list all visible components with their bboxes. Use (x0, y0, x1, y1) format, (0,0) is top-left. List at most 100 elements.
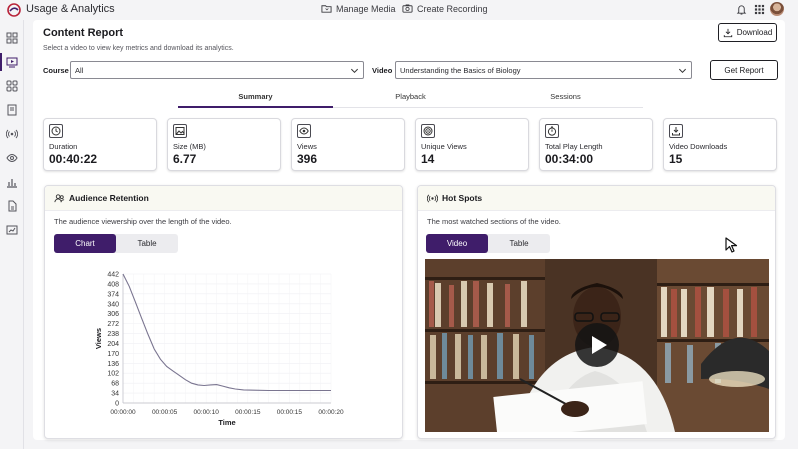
broadcast-icon (5, 129, 19, 139)
stat-card-total-play-length: Total Play Length 00:34:00 (539, 118, 653, 171)
stat-label: Size (MB) (173, 142, 206, 151)
folder-icon (321, 5, 332, 13)
retention-view-toggle: Chart Table (54, 234, 178, 253)
grid-icon (6, 80, 18, 92)
eye-icon (297, 124, 311, 138)
manage-media-label: Manage Media (336, 3, 396, 14)
course-label: Course (43, 66, 69, 75)
y-tick-label: 102 (107, 371, 119, 378)
tab-summary[interactable]: Summary (178, 86, 333, 108)
y-tick-label: 442 (107, 272, 119, 279)
stat-value: 00:40:22 (49, 152, 98, 166)
stat-value: 396 (297, 152, 318, 166)
get-report-button[interactable]: Get Report (710, 60, 778, 80)
y-tick-label: 0 (115, 401, 119, 408)
sidebar-item-reports[interactable] (6, 224, 18, 236)
content-report-panel: Content Report Select a video to view ke… (33, 20, 785, 440)
y-tick-label: 374 (107, 291, 119, 298)
card-header: Hot Spots (418, 186, 775, 211)
download-icon (669, 124, 683, 138)
y-tick-label: 34 (111, 391, 119, 398)
y-tick-label: 340 (107, 301, 119, 308)
play-button[interactable] (575, 323, 619, 367)
stat-label: Unique Views (421, 142, 467, 151)
sidebar-item-courses[interactable] (6, 80, 18, 92)
sidebar-item-library[interactable] (6, 104, 18, 116)
y-tick-label: 306 (107, 311, 119, 318)
stat-card-views: Views 396 (291, 118, 405, 171)
eye-icon (6, 153, 18, 163)
card-title: Hot Spots (442, 193, 483, 203)
chart-tab[interactable]: Chart (54, 234, 116, 253)
sidebar-item-media[interactable] (0, 53, 18, 71)
clock-icon (49, 124, 63, 138)
sidebar-item-views[interactable] (6, 152, 18, 164)
tab-summary-label: Summary (238, 91, 273, 101)
page-title: Content Report (43, 27, 124, 39)
stat-value: 00:34:00 (545, 152, 594, 166)
sidebar-item-dashboard[interactable] (6, 32, 18, 44)
card-description: The audience viewership over the length … (54, 217, 232, 226)
video-tab-label: Video (446, 239, 468, 248)
create-recording-label: Create Recording (417, 3, 488, 14)
bell-icon[interactable] (736, 4, 747, 15)
download-button[interactable]: Download (718, 23, 777, 42)
retention-chart: 4424083743403062722382041701361026834000… (94, 272, 344, 427)
stat-value: 6.77 (173, 152, 197, 166)
stat-label: Duration (49, 142, 78, 151)
chevron-down-icon (350, 68, 359, 74)
y-tick-label: 272 (107, 321, 119, 328)
table-tab[interactable]: Table (116, 234, 178, 253)
stat-card-video-downloads: Video Downloads 15 (663, 118, 777, 171)
audience-retention-card: Audience Retention The audience viewersh… (44, 185, 403, 439)
manage-media-button[interactable]: Manage Media (321, 3, 396, 14)
course-select[interactable]: All (70, 61, 364, 79)
x-tick-label: 00:00:15 (235, 409, 261, 416)
report-tabs: Summary Playback Sessions (178, 86, 643, 108)
tab-sessions-label: Sessions (550, 92, 581, 101)
stat-card-unique-views: Unique Views 14 (415, 118, 529, 171)
course-select-value: All (75, 65, 84, 75)
create-recording-button[interactable]: Create Recording (402, 3, 488, 14)
tab-playback[interactable]: Playback (333, 86, 488, 108)
download-label: Download (736, 28, 773, 37)
report-icon (6, 225, 18, 235)
hot-spots-card: Hot Spots The most watched sections of t… (417, 185, 776, 439)
top-bar: Usage & Analytics Manage Media Create Re… (0, 0, 798, 20)
x-tick-label: 00:00:10 (194, 409, 220, 416)
y-axis-label: Views (94, 328, 103, 349)
sidebar-item-live[interactable] (5, 128, 19, 140)
sidebar-item-analytics[interactable] (6, 176, 18, 188)
y-tick-label: 136 (107, 361, 119, 368)
video-tab[interactable]: Video (426, 234, 488, 253)
stat-value: 15 (669, 152, 683, 166)
y-tick-label: 238 (107, 331, 119, 338)
card-title: Audience Retention (69, 193, 149, 203)
video-player[interactable] (425, 259, 769, 432)
image-icon (173, 124, 187, 138)
sidebar (0, 20, 24, 449)
x-tick-label: 00:00:00 (110, 409, 136, 416)
video-select[interactable]: Understanding the Basics of Biology (395, 61, 692, 79)
tab-sessions[interactable]: Sessions (488, 86, 643, 108)
user-avatar[interactable] (770, 2, 784, 16)
dashboard-icon (6, 32, 18, 44)
chart-tab-label: Chart (75, 239, 95, 248)
broadcast-icon (427, 194, 438, 203)
apps-grid-icon[interactable] (754, 4, 765, 15)
get-report-label: Get Report (724, 65, 764, 75)
mouse-cursor-icon (725, 237, 738, 253)
hotspots-view-toggle: Video Table (426, 234, 550, 253)
table-tab[interactable]: Table (488, 234, 550, 253)
users-icon (54, 194, 65, 203)
camera-icon (402, 4, 413, 13)
x-tick-label: 00:00:20 (318, 409, 344, 416)
stat-card-size: Size (MB) 6.77 (167, 118, 281, 171)
stopwatch-icon (545, 124, 559, 138)
card-description: The most watched sections of the video. (427, 217, 561, 226)
table-tab-label: Table (509, 239, 529, 248)
sidebar-item-documents[interactable] (6, 200, 18, 212)
video-select-value: Understanding the Basics of Biology (400, 65, 521, 75)
y-tick-label: 204 (107, 341, 119, 348)
stat-card-duration: Duration 00:40:22 (43, 118, 157, 171)
